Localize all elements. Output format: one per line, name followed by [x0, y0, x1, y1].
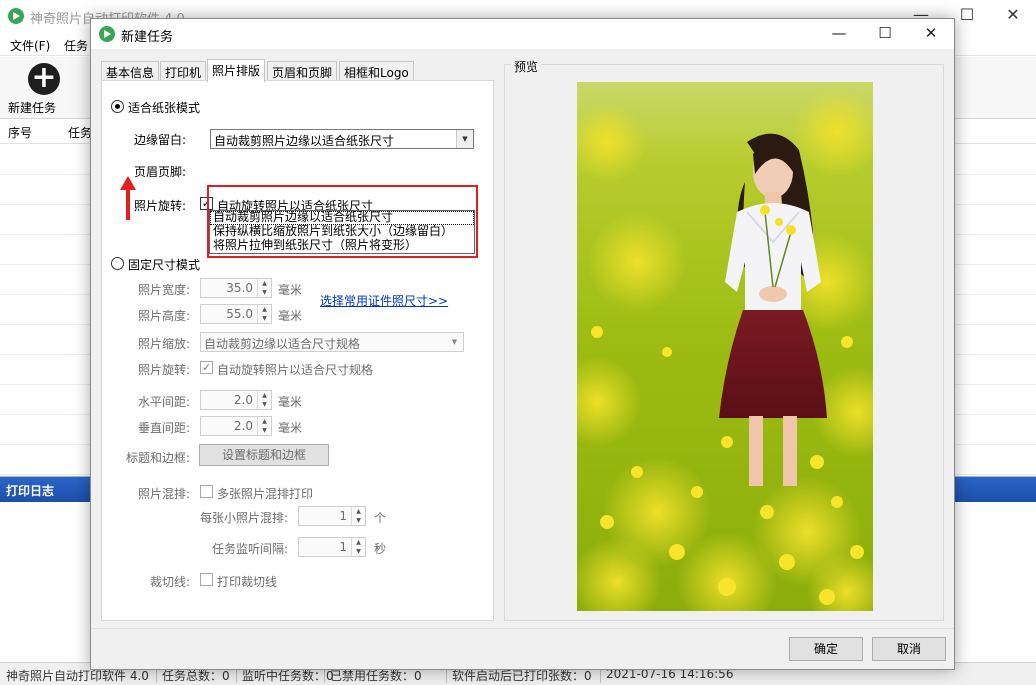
mix-checkbox-label[interactable]: 多张照片混排打印 [217, 485, 313, 502]
unit-mm: 毫米 [278, 283, 303, 297]
per-sheet-label: 每张小照片混排: [200, 511, 289, 525]
dialog-title: 新建任务 [121, 30, 174, 45]
title-border-label: 标题和边框: [126, 451, 191, 465]
mix-label: 照片混排: [138, 487, 191, 501]
title-border-button[interactable]: 设置标题和边框 [199, 444, 329, 466]
spin-arrows-icon[interactable]: ▲ ▼ [351, 507, 365, 525]
per-sheet-value: 1 [339, 509, 347, 523]
interval-unit: 秒 [374, 542, 387, 556]
maximize-icon[interactable]: ☐ [862, 19, 908, 49]
new-task-button[interactable]: + 新建任务 [8, 61, 80, 117]
hspace-label: 水平间距: [138, 395, 191, 409]
chevron-down-icon[interactable]: ▼ [456, 130, 473, 148]
minimize-icon[interactable]: — [816, 19, 862, 49]
preview-photo-image [577, 82, 873, 611]
menu-task[interactable]: 任务 [64, 37, 88, 54]
fit-mode-radio[interactable] [111, 100, 124, 113]
margin-label: 边缘留白: [134, 133, 187, 147]
tab-printer[interactable]: 打印机 [160, 61, 207, 81]
tab-basic-info[interactable]: 基本信息 [101, 61, 160, 81]
cut-line-label: 裁切线: [150, 575, 191, 589]
ok-button[interactable]: 确定 [789, 637, 863, 661]
spin-arrows-icon[interactable]: ▲ ▼ [351, 538, 365, 556]
hspace-value: 2.0 [233, 393, 253, 407]
new-task-dialog: 新建任务 — ☐ ✕ 基本信息 打印机 照片排版 页眉和页脚 相框和Logo 适… [90, 18, 955, 670]
photo-width-value: 35.0 [226, 281, 253, 295]
fit-rotate-label: 照片旋转: [134, 199, 187, 213]
cancel-button[interactable]: 取消 [872, 637, 946, 661]
photo-width-input[interactable]: 35.0 ▲ ▼ [200, 278, 272, 298]
photo-layout-panel: 适合纸张模式 边缘留白: 自动裁剪照片边缘以适合纸张尺寸 ▼ 页眉页脚: 照片旋… [101, 80, 494, 621]
photo-scale-select[interactable]: 自动裁剪边缘以适合尺寸规格 ▼ [200, 332, 464, 352]
preview-label: 预览 [511, 58, 542, 75]
photo-height-label: 照片高度: [138, 309, 191, 323]
photo-height-input[interactable]: 55.0 ▲ ▼ [200, 304, 272, 324]
spin-arrows-icon[interactable]: ▲ ▼ [257, 391, 271, 409]
tab-frame-logo[interactable]: 相框和Logo [339, 61, 414, 81]
hspace-input[interactable]: 2.0 ▲ ▼ [200, 390, 272, 410]
app-logo-icon [99, 26, 115, 42]
spin-arrows-icon[interactable]: ▲ ▼ [257, 279, 271, 297]
cut-line-checkbox[interactable] [200, 573, 213, 586]
plus-icon: + [28, 63, 60, 95]
column-task[interactable]: 任务 [68, 124, 92, 141]
fixed-rotate-checkbox-label[interactable]: 自动旋转照片以适合尺寸规格 [217, 361, 373, 378]
per-sheet-input[interactable]: 1 ▲ ▼ [298, 506, 366, 526]
spin-arrows-icon[interactable]: ▲ ▼ [257, 417, 271, 435]
close-icon[interactable]: ✕ [908, 19, 954, 49]
unit-mm: 毫米 [278, 395, 303, 409]
tab-photo-layout[interactable]: 照片排版 [207, 59, 266, 82]
fit-mode-label[interactable]: 适合纸张模式 [128, 99, 200, 116]
mix-checkbox[interactable] [200, 485, 213, 498]
vspace-input[interactable]: 2.0 ▲ ▼ [200, 416, 272, 436]
cut-line-checkbox-label[interactable]: 打印裁切线 [217, 573, 277, 590]
fixed-rotate-label: 照片旋转: [138, 363, 191, 377]
interval-label: 任务监听间隔: [212, 542, 289, 556]
highlight-box [207, 185, 478, 258]
interval-input[interactable]: 1 ▲ ▼ [298, 537, 366, 557]
preview-photo [577, 82, 873, 611]
photo-width-label: 照片宽度: [138, 283, 191, 297]
margin-select[interactable]: 自动裁剪照片边缘以适合纸张尺寸 ▼ [210, 129, 474, 149]
menu-file[interactable]: 文件(F) [10, 37, 50, 54]
unit-mm: 毫米 [278, 309, 303, 323]
unit-mm: 毫米 [278, 421, 303, 435]
photo-scale-value: 自动裁剪边缘以适合尺寸规格 [204, 337, 361, 351]
photo-scale-label: 照片缩放: [138, 337, 191, 351]
close-icon[interactable]: ✕ [990, 0, 1036, 32]
tab-header-footer[interactable]: 页眉和页脚 [267, 61, 338, 81]
fixed-rotate-checkbox[interactable]: ✓ [200, 361, 213, 374]
per-sheet-unit: 个 [374, 511, 387, 525]
id-photo-size-link[interactable]: 选择常用证件照尺寸>> [320, 292, 448, 309]
interval-value: 1 [339, 540, 347, 554]
photo-height-value: 55.0 [226, 307, 253, 321]
app-logo-icon [8, 8, 24, 24]
chevron-down-icon[interactable]: ▼ [446, 333, 463, 351]
column-index[interactable]: 序号 [8, 124, 32, 141]
dialog-footer: 确定 取消 [91, 628, 954, 669]
new-task-label: 新建任务 [8, 101, 57, 115]
vspace-value: 2.0 [233, 419, 253, 433]
fixed-mode-radio[interactable] [111, 257, 124, 270]
spin-arrows-icon[interactable]: ▲ ▼ [257, 305, 271, 323]
margin-select-value: 自动裁剪照片边缘以适合纸张尺寸 [214, 134, 395, 148]
vspace-label: 垂直间距: [138, 421, 191, 435]
fixed-mode-label[interactable]: 固定尺寸模式 [128, 256, 200, 273]
header-footer-label: 页眉页脚: [134, 165, 187, 179]
dialog-title-bar: 新建任务 — ☐ ✕ [91, 19, 954, 49]
